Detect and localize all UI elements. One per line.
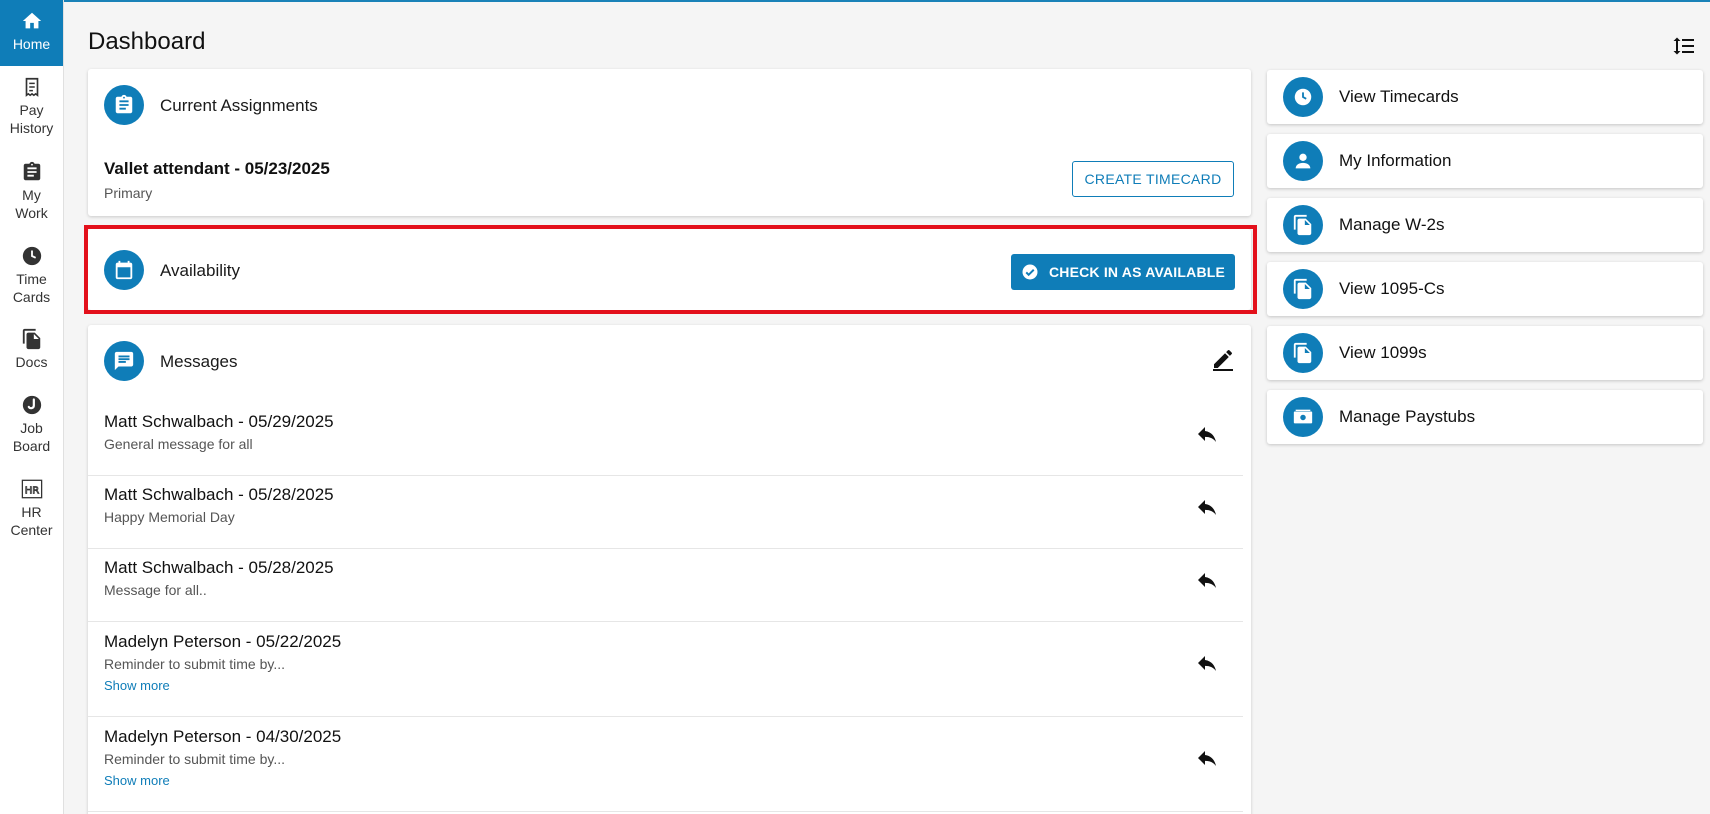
top-accent-bar xyxy=(0,0,1710,2)
assignment-name: Vallet attendant - 05/23/2025 xyxy=(104,159,330,178)
message-title: Matt Schwalbach - 05/28/2025 xyxy=(104,485,334,504)
person-icon xyxy=(1295,153,1311,169)
quick-link-my-information[interactable]: My Information xyxy=(1267,134,1703,188)
message-body: General message for all xyxy=(104,436,253,452)
quick-link-manage-w2s[interactable]: Manage W-2s xyxy=(1267,198,1703,252)
message-body: Reminder to submit time by... xyxy=(104,751,286,767)
sidebar-item-time-cards[interactable]: Time Cards xyxy=(0,245,63,306)
message-body: Message for all.. xyxy=(104,582,207,598)
message-title: Madelyn Peterson - 04/30/2025 xyxy=(104,727,342,746)
show-more-link[interactable]: Show more xyxy=(104,678,170,693)
quick-link-view-1099s[interactable]: View 1099s xyxy=(1267,326,1703,380)
assignment-badge xyxy=(104,85,144,125)
message-title: Matt Schwalbach - 05/29/2025 xyxy=(104,412,334,431)
reply-button[interactable] xyxy=(1195,495,1219,519)
quick-link-label: View 1095-Cs xyxy=(1339,279,1445,298)
quick-link-label: View Timecards xyxy=(1339,87,1459,106)
clock-icon xyxy=(1294,88,1312,106)
check-in-available-button[interactable]: CHECK IN AS AVAILABLE xyxy=(1011,254,1235,290)
quick-link-badge xyxy=(1283,205,1323,245)
sidebar-item-hr-center[interactable]: HR HR Center xyxy=(0,478,63,539)
quick-link-label: View 1099s xyxy=(1339,343,1427,362)
sidebar-item-home[interactable]: Home xyxy=(0,0,63,66)
documents-icon xyxy=(1293,214,1312,236)
clipboard-icon xyxy=(115,94,133,114)
reply-button[interactable] xyxy=(1195,746,1219,770)
message-title: Madelyn Peterson - 05/22/2025 xyxy=(104,632,342,651)
reply-icon xyxy=(1198,500,1216,515)
message-item[interactable]: Matt Schwalbach - 05/29/2025 General mes… xyxy=(88,403,1243,476)
quick-link-label: My Information xyxy=(1339,151,1452,170)
pencil-icon xyxy=(1213,349,1233,371)
quick-link-badge xyxy=(1283,269,1323,309)
quick-link-badge xyxy=(1283,141,1323,181)
svg-text:HR: HR xyxy=(24,486,39,497)
create-timecard-button[interactable]: CREATE TIMECARD xyxy=(1072,161,1234,197)
reply-icon xyxy=(1198,427,1216,442)
current-assignments-card: Current Assignments Vallet attendant - 0… xyxy=(88,69,1251,216)
quick-link-view-1095cs[interactable]: View 1095-Cs xyxy=(1267,262,1703,316)
assignment-type: Primary xyxy=(104,185,153,201)
message-body: Reminder to submit time by... xyxy=(104,656,286,672)
sidebar-item-pay-history[interactable]: Pay History xyxy=(0,76,63,137)
message-item[interactable]: Madelyn Peterson - 04/30/2025 Reminder t… xyxy=(88,717,1243,812)
home-icon xyxy=(22,12,41,29)
assignments-title: Current Assignments xyxy=(160,96,318,115)
reply-icon xyxy=(1198,573,1216,588)
quick-link-label: Manage Paystubs xyxy=(1339,407,1476,426)
quick-link-label: Manage W-2s xyxy=(1339,215,1445,234)
reply-button[interactable] xyxy=(1195,422,1219,446)
quick-link-manage-paystubs[interactable]: Manage Paystubs xyxy=(1267,390,1703,444)
density-toggle-button[interactable] xyxy=(1672,34,1696,58)
quick-link-badge xyxy=(1283,77,1323,117)
documents-icon xyxy=(1293,278,1312,300)
messages-card: Messages Matt Schwalbach - 05/29/2025 Ge… xyxy=(88,325,1251,814)
message-item[interactable]: Madelyn Peterson - 05/22/2025 Reminder t… xyxy=(88,622,1243,717)
check-circle-icon xyxy=(1022,264,1038,280)
compose-message-button[interactable] xyxy=(1211,347,1235,371)
message-title: Matt Schwalbach - 05/28/2025 xyxy=(104,558,334,577)
page-title: Dashboard xyxy=(88,28,206,55)
reply-icon xyxy=(1198,656,1216,671)
sidebar-item-my-work[interactable]: My Work xyxy=(0,161,63,222)
chat-icon xyxy=(114,351,134,371)
hr-icon: HR xyxy=(21,479,42,499)
quick-link-badge xyxy=(1283,397,1323,437)
sidebar-nav: Home Pay History My Work Time Cards Docs… xyxy=(0,0,64,814)
quick-link-badge xyxy=(1283,333,1323,373)
clock-icon xyxy=(22,246,41,266)
quick-link-view-timecards[interactable]: View Timecards xyxy=(1267,70,1703,124)
documents-icon xyxy=(22,328,40,350)
check-in-label: CHECK IN AS AVAILABLE xyxy=(1048,264,1226,280)
sidebar-item-docs[interactable]: Docs xyxy=(0,328,63,371)
reply-button[interactable] xyxy=(1195,568,1219,592)
sidebar-item-job-board[interactable]: Job Board xyxy=(0,394,63,455)
job-board-icon xyxy=(22,395,41,415)
show-more-link[interactable]: Show more xyxy=(104,773,170,788)
messages-title: Messages xyxy=(160,352,238,371)
line-height-icon xyxy=(1673,37,1694,55)
message-item[interactable]: Matt Schwalbach - 05/28/2025 Message for… xyxy=(88,549,1243,622)
message-item[interactable]: Matt Schwalbach - 05/28/2025 Happy Memor… xyxy=(88,476,1243,549)
documents-icon xyxy=(1293,342,1312,364)
reply-icon xyxy=(1198,751,1216,766)
paystub-icon xyxy=(1293,409,1313,424)
receipt-icon xyxy=(25,77,38,97)
messages-badge xyxy=(104,341,144,381)
message-body: Happy Memorial Day xyxy=(104,509,235,525)
clipboard-icon xyxy=(23,161,40,181)
reply-button[interactable] xyxy=(1195,651,1219,675)
